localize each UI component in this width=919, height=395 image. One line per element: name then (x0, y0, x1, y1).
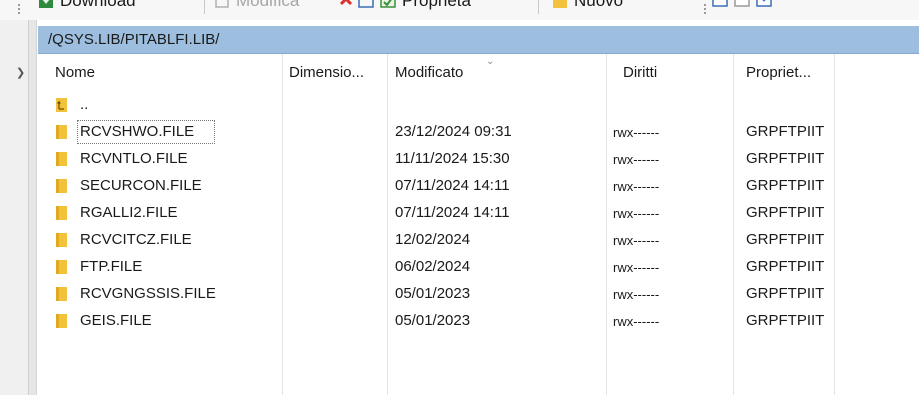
file-rights: rwx------ (613, 179, 660, 194)
file-modified: 06/02/2024 (395, 258, 471, 275)
left-pane: ❯ (0, 20, 37, 395)
collapse-chevron-icon[interactable]: ❯ (16, 66, 25, 79)
file-name: RCVNTLO.FILE (80, 150, 188, 167)
column-header-modified[interactable]: Modificato (387, 54, 606, 92)
file-name: RGALLI2.FILE (80, 204, 178, 221)
file-rights: rwx------ (613, 125, 660, 140)
file-owner: GRPFTPIIT (746, 258, 825, 275)
parent-folder-icon (56, 98, 67, 112)
file-rights: rwx------ (613, 314, 660, 329)
file-row[interactable]: FTP.FILE 06/02/2024 rwx------ GRPFTPIIT (38, 254, 919, 281)
file-owner: GRPFTPIIT (746, 312, 825, 329)
toolbar-separator (204, 0, 205, 14)
new-label: Nuovo (574, 0, 624, 10)
parent-directory-row[interactable]: .. (38, 92, 919, 119)
view-icon (712, 0, 728, 7)
file-modified: 23/12/2024 09:31 (395, 123, 512, 140)
file-owner: GRPFTPIIT (746, 204, 825, 221)
file-name: GEIS.FILE (80, 312, 152, 329)
file-row[interactable]: RCVCITCZ.FILE 12/02/2024 rwx------ GRPFT… (38, 227, 919, 254)
folder-icon (56, 314, 67, 328)
file-modified: 05/01/2023 (395, 312, 471, 329)
path-text: /QSYS.LIB/PITABLFI.LIB/ (48, 31, 220, 48)
folder-icon (56, 260, 67, 274)
file-row[interactable]: RCVGNGSSIS.FILE 05/01/2023 rwx------ GRP… (38, 281, 919, 308)
file-list[interactable]: Nome Dimensio... Modificato ⌄ Diritti Pr… (38, 54, 919, 395)
parent-directory-label: .. (80, 96, 89, 113)
column-header-name[interactable]: Nome (38, 54, 282, 92)
file-name: RCVSHWO.FILE (80, 123, 195, 140)
file-row[interactable]: RGALLI2.FILE 07/11/2024 14:11 rwx------ … (38, 200, 919, 227)
folder-icon (56, 125, 67, 139)
view-list-icon (734, 0, 750, 7)
file-rights: rwx------ (613, 152, 660, 167)
rename-icon (358, 0, 374, 8)
column-header-size-label: Dimensio... (289, 64, 365, 81)
file-modified: 11/11/2024 15:30 (395, 150, 510, 167)
file-name: SECURCON.FILE (80, 177, 202, 194)
file-rights: rwx------ (613, 206, 660, 221)
view-details-icon (756, 0, 772, 7)
folder-icon (56, 152, 67, 166)
download-icon (39, 0, 53, 8)
file-row[interactable]: GEIS.FILE 05/01/2023 rwx------ GRPFTPIIT (38, 308, 919, 335)
file-row[interactable]: RCVSHWO.FILE 23/12/2024 09:31 rwx------ … (38, 119, 919, 146)
file-rights: rwx------ (613, 287, 660, 302)
file-row[interactable]: SECURCON.FILE 07/11/2024 14:11 rwx------… (38, 173, 919, 200)
modifica-button[interactable]: Modifica (214, 0, 299, 11)
file-owner: GRPFTPIIT (746, 285, 825, 302)
download-button[interactable]: Download (38, 0, 136, 11)
folder-icon (56, 206, 67, 220)
file-modified: 07/11/2024 14:11 (395, 177, 510, 194)
column-header-rights[interactable]: Diritti (606, 54, 733, 92)
file-rights: rwx------ (613, 260, 660, 275)
modifica-label: Modifica (236, 0, 300, 10)
file-owner: GRPFTPIIT (746, 231, 825, 248)
file-owner: GRPFTPIIT (746, 150, 825, 167)
pane-splitter[interactable] (28, 20, 36, 395)
column-header-owner-label: Propriet... (746, 64, 812, 81)
folder-icon (56, 233, 67, 247)
delete-button[interactable] (338, 0, 354, 7)
properties-button[interactable]: Proprietà (358, 0, 471, 11)
properties-label: Proprietà (402, 0, 471, 10)
sort-descending-icon: ⌄ (486, 56, 495, 67)
toolbar-grip[interactable] (18, 4, 22, 14)
column-header-rights-label: Diritti (623, 64, 658, 81)
file-name: RCVGNGSSIS.FILE (80, 285, 216, 302)
properties-icon (380, 0, 396, 8)
column-header-owner[interactable]: Propriet... (733, 54, 834, 92)
delete-icon (339, 0, 353, 6)
file-owner: GRPFTPIIT (746, 177, 825, 194)
file-name: RCVCITCZ.FILE (80, 231, 192, 248)
file-modified: 12/02/2024 (395, 231, 471, 248)
toolbar-separator (538, 0, 539, 14)
file-modified: 07/11/2024 14:11 (395, 204, 510, 221)
file-modified: 05/01/2023 (395, 285, 471, 302)
toolbar-grip[interactable] (704, 4, 708, 14)
column-header-name-label: Nome (55, 64, 96, 81)
folder-icon (56, 287, 67, 301)
new-button[interactable]: Nuovo (552, 0, 623, 11)
column-header-size[interactable]: Dimensio... (282, 54, 387, 92)
file-name: FTP.FILE (80, 258, 143, 275)
edit-icon (215, 0, 229, 8)
file-owner: GRPFTPIIT (746, 123, 825, 140)
file-rights: rwx------ (613, 233, 660, 248)
download-label: Download (60, 0, 136, 10)
toolbar: Download Modifica Proprietà Nuovo (0, 0, 919, 20)
new-folder-icon (553, 0, 567, 8)
folder-icon (56, 179, 67, 193)
view-buttons[interactable] (712, 0, 772, 7)
path-bar[interactable]: /QSYS.LIB/PITABLFI.LIB/ (38, 26, 919, 54)
column-header-modified-label: Modificato (395, 64, 464, 81)
file-row[interactable]: RCVNTLO.FILE 11/11/2024 15:30 rwx------ … (38, 146, 919, 173)
